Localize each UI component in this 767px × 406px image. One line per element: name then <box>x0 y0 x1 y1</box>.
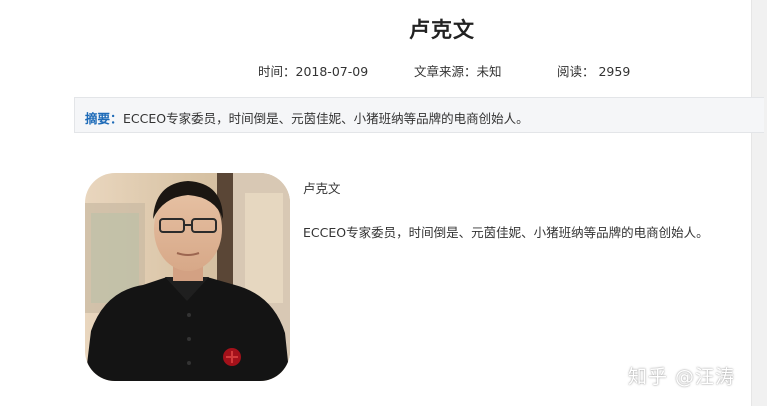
page-title: 卢克文 <box>409 18 475 42</box>
zhihu-watermark: 知乎 @汪涛 <box>628 366 736 388</box>
article-source: 文章来源：未知 <box>414 64 502 79</box>
publish-time: 时间：2018-07-09 <box>258 64 369 79</box>
portrait-photo <box>85 173 290 381</box>
read-count: 阅读： 2959 <box>557 64 631 79</box>
scrollbar[interactable] <box>751 0 767 406</box>
summary-label: 摘要： <box>85 111 123 126</box>
body-description: ECCEO专家委员，时间倒是、元茵佳妮、小猪班纳等品牌的电商创始人。 <box>303 225 709 240</box>
summary-text: ECCEO专家委员，时间倒是、元茵佳妮、小猪班纳等品牌的电商创始人。 <box>123 111 529 126</box>
summary-box: 摘要： ECCEO专家委员，时间倒是、元茵佳妮、小猪班纳等品牌的电商创始人。 <box>74 97 764 133</box>
body-name: 卢克文 <box>303 181 341 196</box>
